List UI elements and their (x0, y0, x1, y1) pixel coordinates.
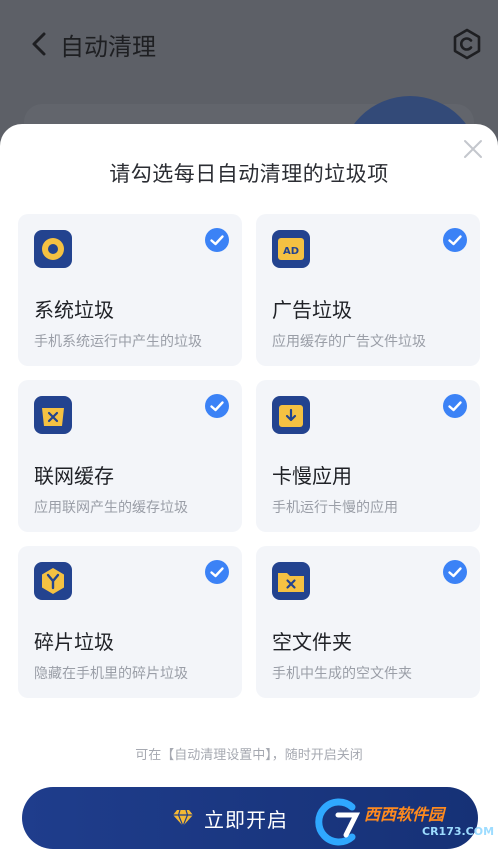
junk-item-desc: 隐藏在手机里的碎片垃圾 (34, 666, 188, 682)
junk-item-name: 系统垃圾 (34, 298, 114, 322)
close-icon[interactable] (462, 138, 484, 160)
watermark-sub: CR173.COM (422, 825, 495, 838)
junk-item-network-cache[interactable]: 联网缓存 应用联网产生的缓存垃圾 (18, 380, 242, 532)
junk-item-system[interactable]: 系统垃圾 手机系统运行中产生的垃圾 (18, 214, 242, 366)
sheet-title: 请勾选每日自动清理的垃圾项 (109, 162, 389, 186)
watermark-logo-icon (315, 798, 361, 846)
checked-icon[interactable] (205, 228, 229, 252)
empty-folder-icon (272, 562, 310, 600)
system-junk-icon (34, 230, 72, 268)
checked-icon[interactable] (443, 560, 467, 584)
junk-item-name: 空文件夹 (272, 630, 352, 654)
junk-item-name: 卡慢应用 (272, 464, 352, 488)
fragment-junk-icon (34, 562, 72, 600)
slow-app-icon (272, 396, 310, 434)
back-arrow-icon[interactable] (28, 30, 52, 58)
junk-item-desc: 手机系统运行中产生的垃圾 (34, 334, 202, 350)
settings-icon[interactable] (450, 27, 484, 61)
junk-item-name: 联网缓存 (34, 464, 114, 488)
junk-item-fragment[interactable]: 碎片垃圾 隐藏在手机里的碎片垃圾 (18, 546, 242, 698)
checked-icon[interactable] (443, 228, 467, 252)
junk-item-ad[interactable]: AD 广告垃圾 应用缓存的广告文件垃圾 (256, 214, 480, 366)
junk-item-empty-folder[interactable]: 空文件夹 手机中生成的空文件夹 (256, 546, 480, 698)
junk-item-slow-app[interactable]: 卡慢应用 手机运行卡慢的应用 (256, 380, 480, 532)
junk-item-desc: 应用联网产生的缓存垃圾 (34, 500, 188, 516)
watermark-text: 西西软件园 (364, 805, 445, 824)
page-header: 自动清理 (0, 0, 498, 90)
settings-hint: 可在【自动清理设置中】，随时开启关闭 (135, 748, 363, 763)
auto-clean-sheet: 请勾选每日自动清理的垃圾项 系统垃圾 手机系统运行中产生的垃圾 AD 广告垃圾 … (0, 124, 498, 853)
junk-item-name: 广告垃圾 (272, 298, 352, 322)
junk-item-desc: 应用缓存的广告文件垃圾 (272, 334, 426, 350)
enable-now-label: 立即开启 (204, 807, 288, 832)
page-title: 自动清理 (60, 33, 156, 61)
junk-item-desc: 手机运行卡慢的应用 (272, 500, 398, 516)
enable-now-button-content: 立即开启 (172, 804, 288, 833)
diamond-icon (173, 809, 193, 828)
ad-icon: AD (272, 230, 310, 268)
junk-item-desc: 手机中生成的空文件夹 (272, 666, 412, 682)
junk-item-name: 碎片垃圾 (34, 630, 114, 654)
checked-icon[interactable] (205, 560, 229, 584)
network-cache-icon (34, 396, 72, 434)
svg-text:AD: AD (283, 246, 299, 257)
checked-icon[interactable] (443, 394, 467, 418)
watermark: 西西软件园 CR173.COM (308, 795, 494, 847)
checked-icon[interactable] (205, 394, 229, 418)
screen: 自动清理 请勾选每日自动清理的垃圾项 系统垃圾 手机系统运行中产生的垃圾 AD … (0, 0, 498, 853)
